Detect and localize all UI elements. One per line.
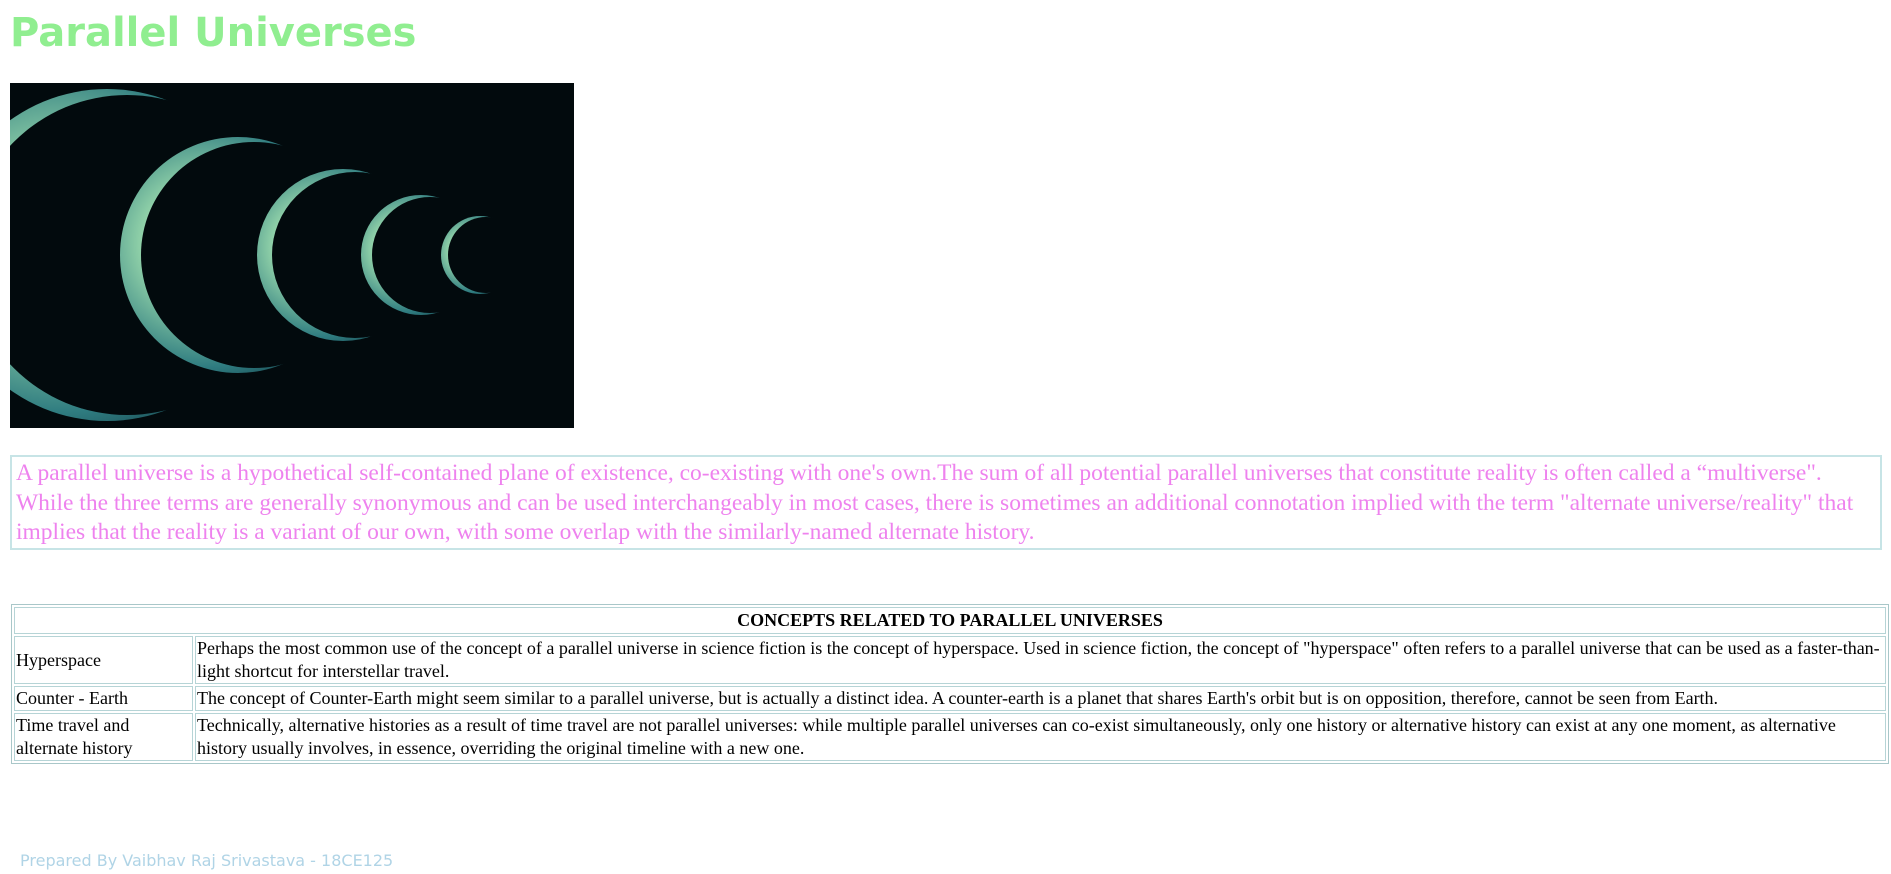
intro-paragraph-box: A parallel universe is a hypothetical se… [10,455,1882,550]
concepts-table: CONCEPTS RELATED TO PARALLEL UNIVERSES H… [11,604,1889,764]
concept-description: Technically, alternative histories as a … [195,713,1886,761]
table-row: Counter - Earth The concept of Counter-E… [14,686,1886,711]
table-heading-row: CONCEPTS RELATED TO PARALLEL UNIVERSES [14,607,1886,634]
page-title: Parallel Universes [10,10,417,56]
concept-description: Perhaps the most common use of the conce… [195,636,1886,684]
table-heading: CONCEPTS RELATED TO PARALLEL UNIVERSES [14,607,1886,634]
intro-paragraph: A parallel universe is a hypothetical se… [16,460,1854,545]
concept-term: Counter - Earth [14,686,193,711]
table-row: Time travel and alternate history Techni… [14,713,1886,761]
concept-term: Time travel and alternate history [14,713,193,761]
concept-term: Hyperspace [14,636,193,684]
concept-description: The concept of Counter-Earth might seem … [195,686,1886,711]
crescent-earth-5 [441,216,519,294]
table-row: Hyperspace Perhaps the most common use o… [14,636,1886,684]
parallel-earths-image [10,83,574,428]
author-credit: Prepared By Vaibhav Raj Srivastava - 18C… [20,851,394,870]
